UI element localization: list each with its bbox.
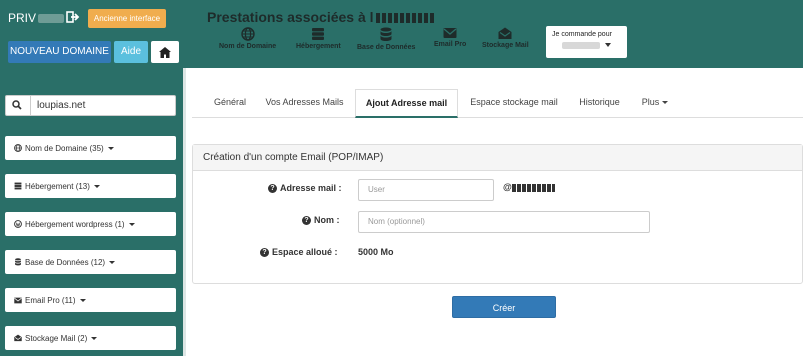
- question-icon: ?: [268, 183, 277, 193]
- globe-icon: [240, 27, 255, 41]
- tab-add-mail[interactable]: Ajout Adresse mail: [355, 89, 458, 118]
- home-button[interactable]: [151, 41, 179, 63]
- service-label: Email Pro: [434, 41, 467, 48]
- tab-label: Espace stockage mail: [470, 97, 558, 107]
- search-divider: [30, 96, 31, 115]
- tab-label: Vos Adresses Mails: [265, 97, 344, 107]
- chevron-down-icon: [93, 184, 100, 188]
- redacted-domain: [511, 183, 555, 192]
- sidebar-item-databases[interactable]: Base de Données (12): [5, 250, 176, 274]
- service-emailpro-link[interactable]: Email Pro: [434, 27, 466, 48]
- chevron-down-icon: [79, 298, 86, 302]
- database-icon: [380, 27, 392, 41]
- help-button[interactable]: Aide: [114, 41, 148, 63]
- redacted-order-value: [562, 42, 600, 49]
- chevron-down-icon: [128, 222, 135, 226]
- domain-search-input[interactable]: loupias.net: [5, 95, 176, 116]
- chevron-down-icon: [107, 146, 114, 150]
- server-icon: [14, 182, 22, 190]
- tab-label: Ajout Adresse mail: [365, 98, 448, 108]
- quota-value: 5000 Mo: [358, 247, 394, 257]
- order-for-dropdown[interactable]: Je commande pour: [546, 26, 627, 58]
- search-icon: [12, 100, 22, 110]
- order-for-label: Je commande pour: [552, 31, 612, 38]
- home-icon: [159, 46, 171, 58]
- service-database-link[interactable]: Base de Données: [357, 27, 415, 51]
- tab-label: Général: [213, 97, 247, 107]
- service-hosting-link[interactable]: Hébergement: [296, 27, 341, 50]
- old-interface-button[interactable]: Ancienne interface: [88, 9, 166, 28]
- sidebar-item-label: Hébergement wordpress (1): [25, 219, 125, 229]
- sidebar-item-label: Email Pro (11): [25, 295, 76, 305]
- name-label-text: Nom :: [314, 215, 340, 225]
- sidebar-item-label: Base de Données (12): [25, 257, 106, 267]
- quota-label-text: Espace alloué :: [272, 247, 338, 257]
- sidebar-item-mailstorage[interactable]: Stockage Mail (2): [5, 326, 176, 350]
- email-domain-suffix: @: [503, 182, 555, 192]
- tab-label: Historique: [579, 97, 620, 107]
- chevron-down-icon: [109, 260, 116, 264]
- tab-mail-storage[interactable]: Espace stockage mail: [465, 89, 563, 118]
- tab-general[interactable]: Général: [204, 89, 256, 118]
- service-label: Stockage Mail: [482, 42, 529, 49]
- redacted-domain: [375, 13, 434, 24]
- chevron-down-icon: [605, 43, 611, 47]
- page-title: Prestations associées à l: [207, 9, 434, 25]
- user-account: PRIV: [8, 11, 65, 25]
- sidebar-item-label: Stockage Mail (2): [25, 333, 88, 343]
- sidebar-item-domains[interactable]: Nom de Domaine (35): [5, 136, 176, 160]
- name-input[interactable]: Nom (optionnel): [358, 211, 650, 233]
- name-label: ? Nom :: [302, 215, 340, 225]
- sidebar-item-hosting[interactable]: Hébergement (13): [5, 174, 176, 198]
- chevron-down-icon: [662, 101, 669, 105]
- chevron-down-icon: [91, 336, 98, 340]
- user-label: PRIV: [8, 11, 37, 25]
- sidebar-item-wordpress[interactable]: Hébergement wordpress (1): [5, 212, 176, 236]
- inbox-icon: [498, 27, 512, 39]
- search-value: loupias.net: [37, 100, 86, 111]
- database-icon: [15, 258, 21, 266]
- envelope-icon: [443, 28, 457, 38]
- envelope-icon: [14, 297, 22, 303]
- inbox-icon: [14, 334, 22, 342]
- email-label: ? Adresse mail :: [268, 183, 342, 193]
- redacted-username: [38, 14, 65, 24]
- email-user-input[interactable]: User: [358, 179, 494, 201]
- panel-title: Création d'un compte Email (POP/IMAP): [193, 145, 802, 171]
- tab-bar: Général Vos Adresses Mails Ajout Adresse…: [192, 89, 803, 118]
- service-label: Base de Données: [357, 44, 416, 51]
- sidebar-divider: [183, 68, 186, 356]
- question-icon: ?: [302, 215, 311, 225]
- create-button[interactable]: Créer: [452, 296, 556, 318]
- globe-icon: [14, 144, 22, 152]
- service-domain-link[interactable]: Nom de Domaine: [219, 27, 276, 50]
- tab-mail-addresses[interactable]: Vos Adresses Mails: [259, 89, 350, 118]
- service-label: Hébergement: [296, 43, 341, 50]
- service-label: Nom de Domaine: [219, 43, 277, 50]
- tab-label: Plus: [641, 97, 660, 107]
- new-domain-button[interactable]: NOUVEAU DOMAINE: [8, 41, 111, 63]
- question-icon: ?: [260, 247, 269, 257]
- page-title-text: Prestations associées à l: [207, 9, 374, 25]
- tab-more[interactable]: Plus: [635, 89, 675, 118]
- quota-label: ? Espace alloué :: [260, 247, 338, 257]
- sidebar-item-label: Nom de Domaine (35): [25, 143, 104, 153]
- email-label-text: Adresse mail :: [280, 183, 342, 193]
- server-icon: [312, 28, 325, 40]
- tab-history[interactable]: Historique: [573, 89, 626, 118]
- sidebar-item-emailpro[interactable]: Email Pro (11): [5, 288, 176, 312]
- wordpress-icon: [14, 220, 22, 228]
- sidebar-item-label: Hébergement (13): [25, 181, 90, 191]
- service-mailstorage-link[interactable]: Stockage Mail: [482, 27, 529, 49]
- at-sign: @: [503, 182, 512, 192]
- logout-icon[interactable]: [66, 10, 80, 24]
